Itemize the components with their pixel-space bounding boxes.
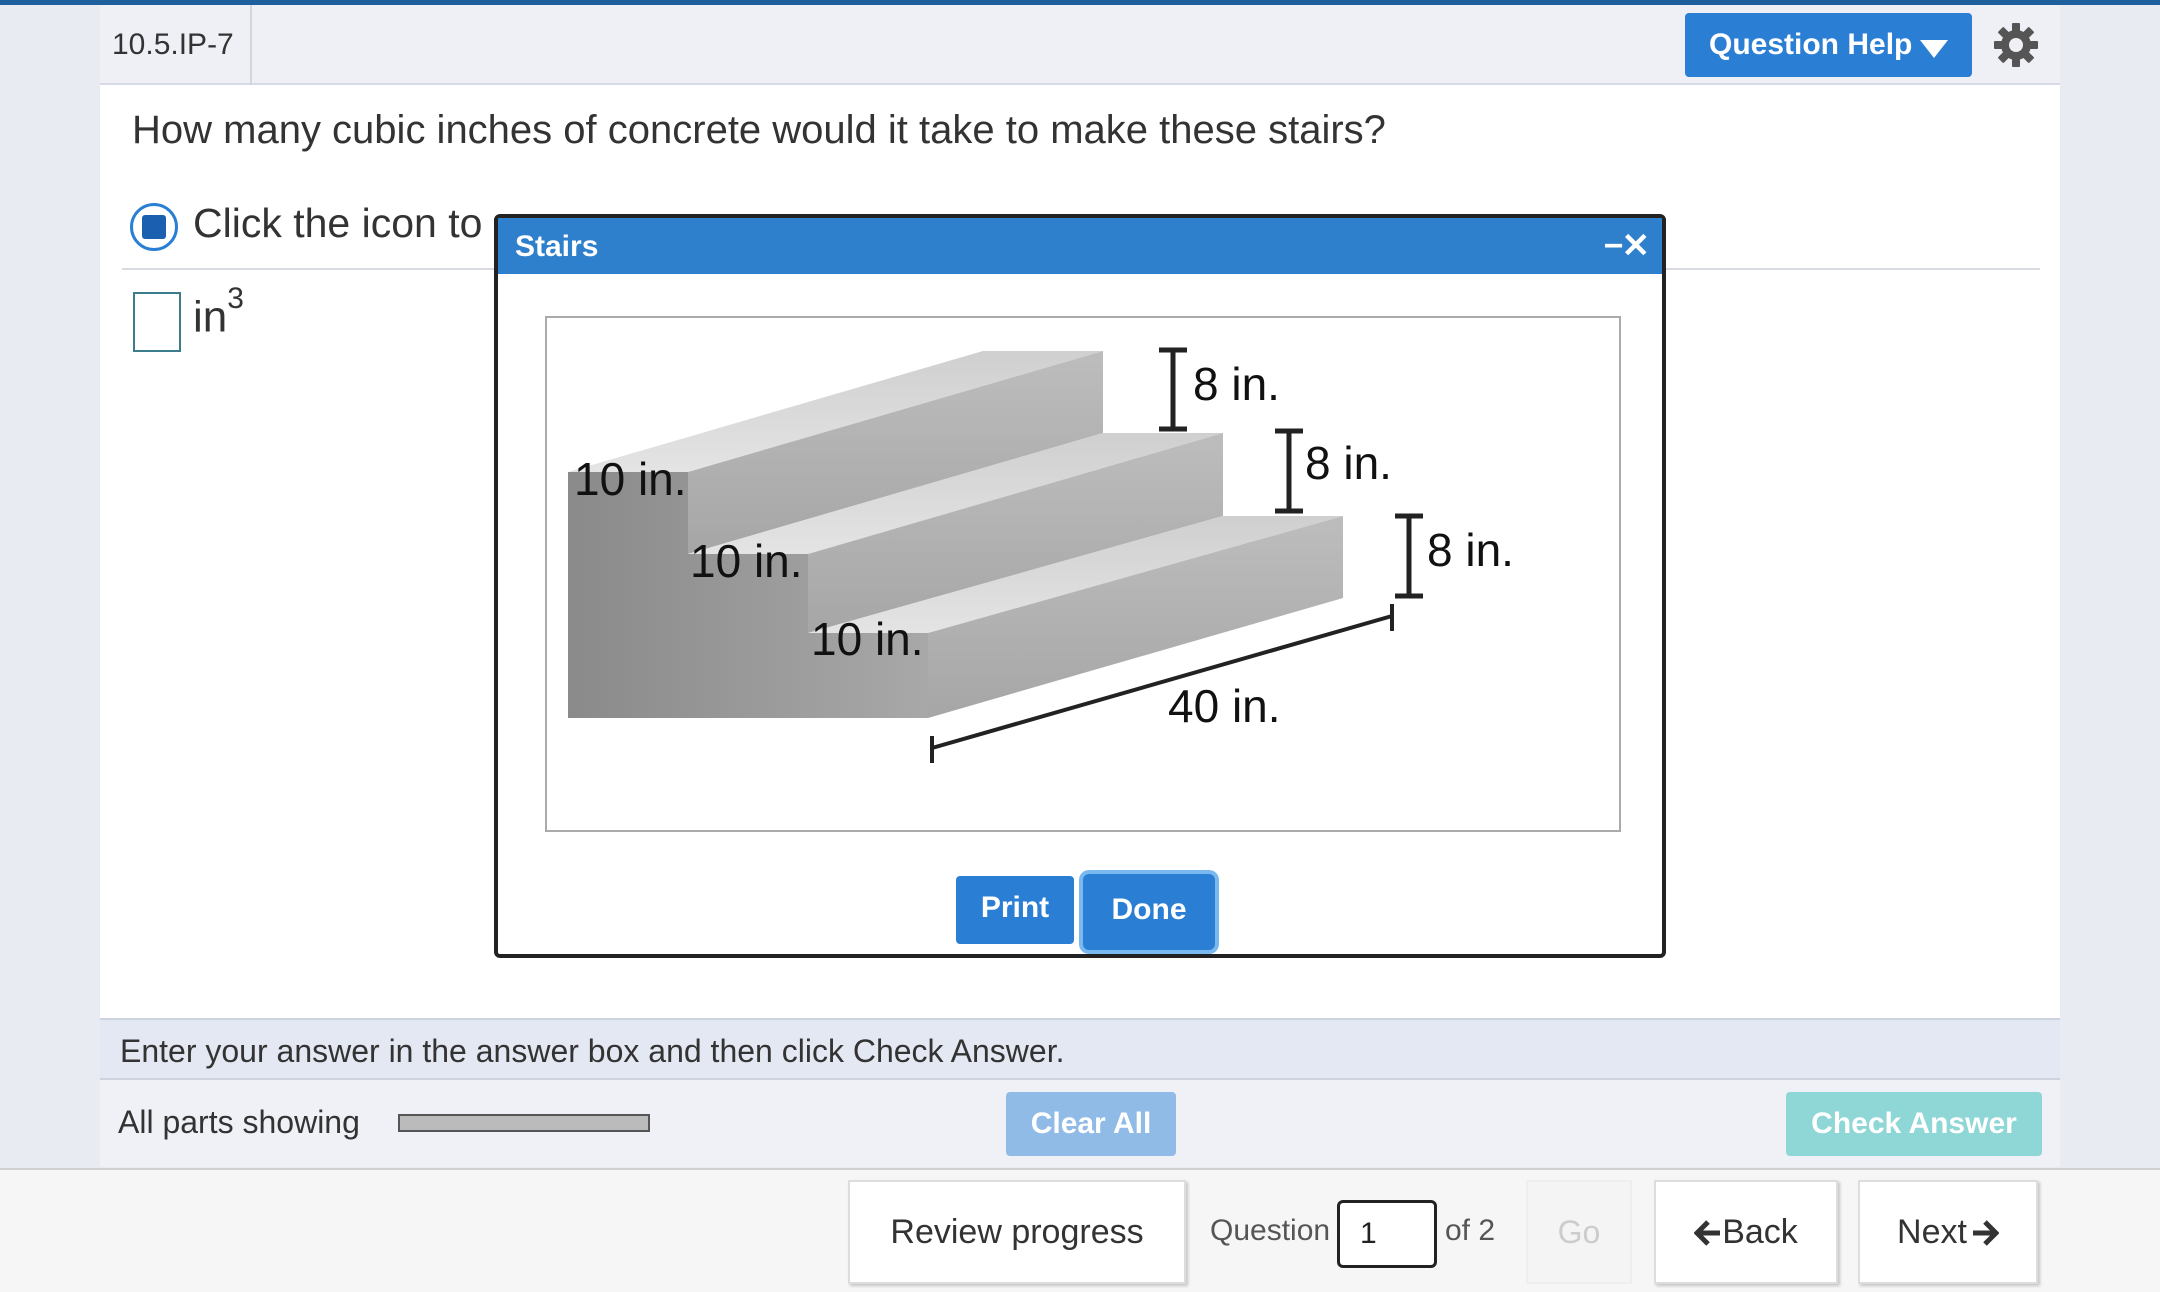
gear-icon[interactable] bbox=[1993, 22, 2039, 68]
next-button[interactable]: Next bbox=[1858, 1180, 2038, 1284]
stairs-figure: 10 in. 10 in. 10 in. 8 in. 8 in. 8 in. 4… bbox=[545, 316, 1621, 832]
caret-down-icon bbox=[1920, 40, 1948, 58]
go-button[interactable]: Go bbox=[1526, 1180, 1632, 1284]
unit-exponent: 3 bbox=[227, 282, 244, 315]
question-number-input[interactable]: 1 bbox=[1337, 1200, 1437, 1268]
depth-label-middle: 10 in. bbox=[690, 535, 803, 587]
question-header: 10.5.IP-7 Question Help bbox=[100, 5, 2060, 85]
figure-prompt: Click the icon to bbox=[193, 200, 483, 246]
check-answer-button[interactable]: Check Answer bbox=[1786, 1092, 2042, 1156]
unit-label: in bbox=[193, 292, 228, 342]
question-text: How many cubic inches of concrete would … bbox=[132, 108, 1386, 152]
parts-progress-bar bbox=[398, 1114, 650, 1132]
question-help-button[interactable]: Question Help bbox=[1685, 13, 1972, 77]
parts-row: All parts showing Clear All Check Answer bbox=[100, 1080, 2060, 1167]
print-button[interactable]: Print bbox=[956, 876, 1074, 944]
back-button[interactable]: Back bbox=[1654, 1180, 1838, 1284]
minimize-close-icon[interactable]: −✕ bbox=[1604, 226, 1650, 266]
rise-label-bottom: 8 in. bbox=[1427, 524, 1514, 576]
parts-showing-label: All parts showing bbox=[118, 1104, 360, 1140]
answer-unit: in3 bbox=[193, 282, 244, 343]
question-id: 10.5.IP-7 bbox=[100, 5, 252, 85]
stairs-drawing: 10 in. 10 in. 10 in. 8 in. 8 in. 8 in. 4… bbox=[568, 347, 1514, 763]
rise-label-middle: 8 in. bbox=[1305, 437, 1392, 489]
width-label: 40 in. bbox=[1168, 680, 1281, 732]
instruction-bar: Enter your answer in the answer box and … bbox=[100, 1018, 2060, 1080]
dialog-title: Stairs bbox=[515, 230, 599, 263]
view-figure-icon[interactable] bbox=[130, 203, 178, 251]
review-progress-button[interactable]: Review progress bbox=[848, 1180, 1186, 1284]
next-label: Next bbox=[1897, 1213, 1967, 1251]
depth-label-bottom: 10 in. bbox=[811, 613, 924, 665]
question-total: of 2 bbox=[1445, 1214, 1496, 1247]
done-button[interactable]: Done bbox=[1083, 874, 1215, 950]
back-label: Back bbox=[1722, 1213, 1798, 1251]
rise-bracket-top bbox=[1159, 347, 1187, 432]
rise-bracket-middle bbox=[1275, 428, 1303, 514]
question-number-label: Question bbox=[1210, 1214, 1331, 1247]
question-help-label: Question Help bbox=[1709, 28, 1913, 61]
dialog-titlebar[interactable]: Stairs −✕ bbox=[498, 218, 1662, 274]
arrow-left-icon bbox=[1693, 1220, 1721, 1246]
rise-label-top: 8 in. bbox=[1193, 358, 1280, 410]
arrow-right-icon bbox=[1972, 1220, 2000, 1246]
footer-nav: Review progress Question 1 of 2 Go Back … bbox=[0, 1168, 2160, 1292]
clear-all-button[interactable]: Clear All bbox=[1006, 1092, 1176, 1156]
stairs-dialog: Stairs −✕ 10 in. 10 in. 10 in. 8 in. 8 i… bbox=[494, 214, 1666, 958]
depth-label-top: 10 in. bbox=[574, 453, 687, 505]
answer-input[interactable] bbox=[133, 292, 181, 352]
rise-bracket-bottom bbox=[1395, 513, 1423, 599]
